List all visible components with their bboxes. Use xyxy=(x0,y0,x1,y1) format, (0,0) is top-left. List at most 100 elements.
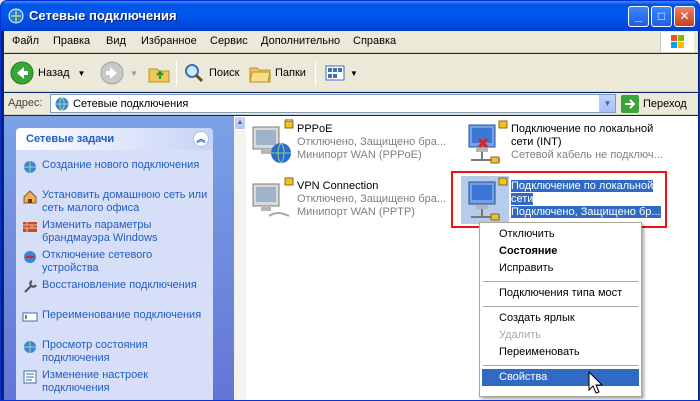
context-menu: Отключить Состояние Исправить Подключени… xyxy=(479,222,642,397)
up-folder-button[interactable] xyxy=(147,59,171,87)
folders-label: Папки xyxy=(275,67,306,79)
disable-device-icon xyxy=(24,251,36,263)
home-network-icon xyxy=(23,190,37,204)
connection-status: Отключено, Защищено бра... xyxy=(297,136,447,148)
task-rename-connection[interactable]: Переименование подключения xyxy=(22,309,210,325)
forward-button[interactable]: ▼ xyxy=(100,59,138,87)
search-icon xyxy=(185,64,204,83)
menu-item-bridge[interactable]: Подключения типа мост xyxy=(482,285,639,302)
lan-disconnected-icon xyxy=(468,120,508,164)
connection-text: PPPoE Отключено, Защищено бра... Минипор… xyxy=(297,123,446,162)
settings-icon xyxy=(23,370,37,384)
forward-dropdown-icon[interactable]: ▼ xyxy=(130,69,138,78)
minimize-button[interactable]: _ xyxy=(628,6,649,27)
task-label: Восстановление подключения xyxy=(42,279,197,291)
connection-vpn[interactable]: VPN Connection Отключено, Защищено бра..… xyxy=(247,176,447,224)
close-button[interactable]: ✕ xyxy=(674,6,695,27)
task-label: Изменение настроек подключения xyxy=(42,369,149,394)
task-label: Создание нового подключения xyxy=(42,159,200,171)
network-folder-icon xyxy=(8,8,24,24)
task-pane-scrollbar[interactable]: ▲ xyxy=(234,116,246,400)
menu-edit[interactable]: Правка xyxy=(53,35,90,47)
menu-help[interactable]: Справка xyxy=(353,35,396,47)
task-change-settings[interactable]: Изменение настроек подключения xyxy=(22,369,210,395)
task-disable-device[interactable]: Отключение сетевого устройства xyxy=(22,249,210,275)
menu-view[interactable]: Вид xyxy=(106,35,126,47)
task-label: Отключение сетевого устройства xyxy=(42,249,153,274)
task-group-title: Сетевые задачи xyxy=(26,133,115,145)
connection-name: PPPoE xyxy=(297,123,333,135)
task-group-header[interactable]: Сетевые задачи ︽ xyxy=(16,128,213,150)
connection-status: Сетевой кабель не подключ... xyxy=(511,149,663,161)
dialup-connection-icon xyxy=(252,119,294,164)
task-label: Просмотр состояния подключения xyxy=(42,339,148,364)
network-globe-icon xyxy=(55,97,69,111)
menu-item-repair[interactable]: Исправить xyxy=(482,260,639,277)
address-value: Сетевые подключения xyxy=(73,98,189,110)
task-pane: Сетевые задачи ︽ Создание нового подключ… xyxy=(4,116,234,400)
go-button[interactable]: Переход xyxy=(621,94,687,113)
forward-arrow-icon xyxy=(100,61,124,85)
address-label: Адрес: xyxy=(8,97,43,109)
menu-item-disconnect[interactable]: Отключить xyxy=(482,226,639,243)
windows-logo-icon xyxy=(660,32,694,52)
task-create-connection[interactable]: Создание нового подключения xyxy=(22,159,210,175)
status-icon xyxy=(24,341,36,353)
menu-item-create-shortcut[interactable]: Создать ярлык xyxy=(482,310,639,327)
new-connection-icon xyxy=(24,161,36,173)
menu-favorites[interactable]: Избранное xyxy=(141,35,197,47)
menu-item-properties[interactable]: Свойства xyxy=(482,369,639,386)
back-arrow-icon xyxy=(10,61,34,85)
maximize-button[interactable]: □ xyxy=(651,6,672,27)
collapse-chevron-icon[interactable]: ︽ xyxy=(193,131,209,147)
connection-text: VPN Connection Отключено, Защищено бра..… xyxy=(297,180,446,219)
task-list: Создание нового подключения Установить д… xyxy=(16,150,213,400)
task-view-status[interactable]: Просмотр состояния подключения xyxy=(22,339,210,365)
address-field[interactable]: Сетевые подключения ▼ xyxy=(50,94,616,113)
connection-name-line1: Подключение по локальной xyxy=(511,123,654,135)
task-home-network[interactable]: Установить домашнюю сеть или сеть малого… xyxy=(22,189,210,215)
menu-item-rename[interactable]: Переименовать xyxy=(482,344,639,361)
toolbar-separator xyxy=(176,60,177,86)
firewall-icon xyxy=(23,222,37,232)
menu-separator xyxy=(483,365,638,366)
menu-tools[interactable]: Сервис xyxy=(210,35,248,47)
connection-lan-int[interactable]: Подключение по локальной сети (INT) Сете… xyxy=(461,119,681,167)
up-folder-icon xyxy=(148,68,170,83)
folders-button[interactable]: Папки xyxy=(248,59,306,87)
go-arrow-icon xyxy=(621,94,639,113)
window-title: Сетевые подключения xyxy=(29,8,177,23)
menu-file[interactable]: Файл xyxy=(12,35,39,47)
explorer-window: Сетевые подключения _ □ ✕ Файл Правка Ви… xyxy=(0,0,700,401)
menu-advanced[interactable]: Дополнительно xyxy=(261,35,340,47)
views-button[interactable]: ▼ xyxy=(323,59,358,87)
title-bar[interactable]: Сетевые подключения _ □ ✕ xyxy=(1,1,699,31)
toolbar: Назад ▼ ▼ Поиск Папки ▼ xyxy=(4,54,698,92)
back-button[interactable]: Назад ▼ xyxy=(10,59,85,87)
search-button[interactable]: Поиск xyxy=(182,59,239,87)
task-repair-connection[interactable]: Восстановление подключения xyxy=(22,279,210,295)
task-label: Изменить параметры брандмауэра Windows xyxy=(42,219,158,244)
task-label: Переименование подключения xyxy=(42,309,202,321)
back-label: Назад xyxy=(38,67,70,79)
task-label: Установить домашнюю сеть или сеть малого… xyxy=(42,189,208,214)
go-label: Переход xyxy=(643,97,687,110)
rename-icon xyxy=(22,312,38,322)
connection-text: Подключение по локальной сети (INT) Сете… xyxy=(511,123,663,162)
connection-status: Отключено, Защищено бра... xyxy=(297,193,447,205)
mouse-cursor-icon xyxy=(588,371,604,394)
vpn-connection-icon xyxy=(252,177,294,218)
highlight-box xyxy=(451,171,667,228)
connection-pppoe[interactable]: PPPoE Отключено, Защищено бра... Минипор… xyxy=(247,119,447,167)
repair-icon xyxy=(24,280,37,293)
address-dropdown-icon[interactable]: ▼ xyxy=(599,95,615,112)
scroll-up-icon[interactable]: ▲ xyxy=(234,116,246,130)
back-dropdown-icon[interactable]: ▼ xyxy=(78,69,86,78)
task-firewall-settings[interactable]: Изменить параметры брандмауэра Windows xyxy=(22,219,210,245)
connection-device: Минипорт WAN (PPTP) xyxy=(297,206,415,218)
menu-item-status[interactable]: Состояние xyxy=(482,243,639,260)
menu-bar: Файл Правка Вид Избранное Сервис Дополни… xyxy=(4,31,698,53)
menu-item-delete: Удалить xyxy=(499,329,541,341)
views-dropdown-icon[interactable]: ▼ xyxy=(350,69,358,78)
address-bar: Адрес: Сетевые подключения ▼ Переход xyxy=(4,93,698,115)
